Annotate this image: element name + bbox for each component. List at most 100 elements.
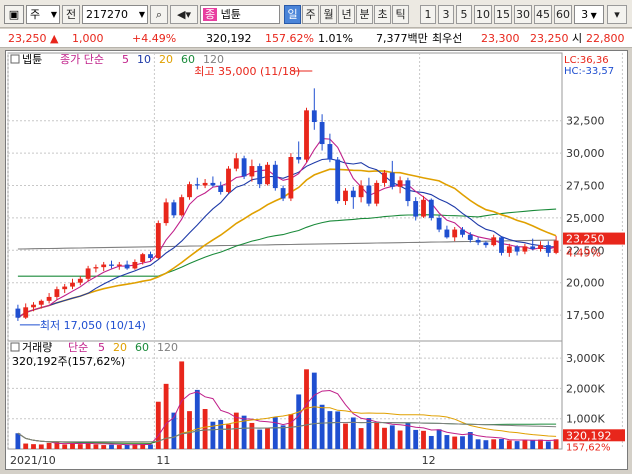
volume-bar (545, 441, 551, 449)
y-tick-label: 27,500 (566, 180, 605, 193)
interval-3-button[interactable]: 3 (438, 5, 454, 24)
chevron-down-icon: ▼ (588, 11, 597, 20)
candle-body (304, 110, 309, 160)
volume-bar (171, 412, 177, 449)
price-change: 1,000 (72, 32, 104, 45)
count-select[interactable]: 3 ▼ (574, 5, 604, 24)
volume-bar (413, 429, 419, 449)
stock-name-field: 종 넵튠 (200, 5, 280, 24)
interval-30-button[interactable]: 30 (514, 5, 532, 24)
candle-body (23, 307, 29, 318)
y-tick-label: 17,500 (566, 309, 605, 322)
interval-10-button[interactable]: 10 (474, 5, 492, 24)
candle-body (452, 229, 458, 238)
current-price: 23,250 ▲ (8, 32, 59, 45)
settings-icon[interactable]: ▾ (607, 5, 627, 24)
candle-body (538, 245, 543, 249)
interval-5-button[interactable]: 5 (456, 5, 472, 24)
candle-body (226, 168, 231, 192)
volume-tag: 320,192 (566, 429, 612, 442)
volume-bar (421, 430, 426, 449)
candle-body (257, 166, 263, 185)
volume-bar (499, 439, 504, 449)
volume-bar (288, 414, 294, 449)
interval-45-button[interactable]: 45 (534, 5, 552, 24)
volume-bar (116, 445, 122, 449)
candle-body (132, 261, 138, 269)
volume-bar (405, 422, 411, 449)
period-0-button[interactable]: 일 (284, 5, 301, 24)
open-price: 22,800 (586, 32, 625, 45)
chevron-down-icon: ▼ (138, 10, 145, 19)
candle-body (366, 185, 372, 204)
y-tick-label: 30,000 (566, 147, 605, 160)
price-tag: 23,250 (566, 233, 605, 246)
candle-body (202, 182, 208, 186)
volume-bar (428, 435, 434, 449)
period-4-button[interactable]: 분 (356, 5, 373, 24)
volume-bar (374, 422, 380, 449)
candle-body (85, 268, 91, 279)
candle-body (210, 182, 216, 186)
volume-bar (257, 429, 263, 449)
speaker-icon[interactable]: ◀▾ (170, 5, 198, 24)
volume-bar (265, 427, 270, 449)
candle-body (335, 159, 341, 202)
y-tick-label: 20,000 (566, 277, 605, 290)
volume-ratio: 157.62% (265, 32, 314, 45)
trade-amount: 7,377백만 (376, 32, 428, 45)
candle-body (467, 234, 473, 240)
code-input[interactable]: 217270 ▼ (82, 5, 148, 24)
volume-bar (335, 411, 341, 449)
candle-body (155, 223, 161, 259)
volume-bar (38, 444, 44, 449)
ask-price: 23,300 (481, 32, 520, 45)
volume-bar (389, 425, 395, 449)
candle-body (514, 246, 520, 252)
volume-bar (109, 444, 114, 449)
candle-body (296, 157, 302, 160)
stock-chart-svg: 17,50020,00022,50025,00027,50030,00032,5… (7, 52, 632, 467)
volume-bar (187, 411, 192, 449)
candle-body (140, 254, 146, 262)
candle-body (179, 197, 185, 216)
price-legend-ma-60: 60 (181, 53, 195, 66)
market-select[interactable]: 주 ▼ (26, 5, 60, 24)
period-6-button[interactable]: 틱 (392, 5, 409, 24)
hc-label: HC:-33,57 (564, 66, 614, 77)
volume-summary: 320,192주(157,62%) (12, 355, 125, 368)
volume-bar (319, 404, 325, 449)
chart-area[interactable]: 17,500 20,000 22,500 25,000 27,500 30,000 32,5… (5, 50, 632, 470)
window-icon[interactable]: ▣ (4, 5, 24, 24)
period-3-button[interactable]: 년 (338, 5, 355, 24)
period-2-button[interactable]: 월 (320, 5, 337, 24)
candle-body (506, 246, 512, 253)
lc-label: LC:36,36 (564, 55, 609, 66)
period-5-button[interactable]: 초 (374, 5, 391, 24)
price-legend-ma-20: 20 (159, 53, 173, 66)
period-1-button[interactable]: 주 (302, 5, 319, 24)
code-value: 217270 (86, 8, 128, 21)
chevron-down-icon: ▼ (50, 10, 57, 19)
volume-bar (436, 429, 442, 449)
candle-body (70, 282, 75, 287)
all-button[interactable]: 전 (62, 5, 80, 24)
x-tick-label: 11 (156, 454, 170, 467)
interval-15-button[interactable]: 15 (494, 5, 512, 24)
quote-bar: 23,250 ▲ 1,000 +4.49% 320,192 157.62% 1.… (0, 29, 632, 48)
volume-bar (483, 440, 489, 449)
interval-60-button[interactable]: 60 (554, 5, 572, 24)
candle-body (405, 180, 411, 202)
volume-bar (553, 439, 559, 449)
candle-body (148, 254, 153, 259)
candle-body (62, 286, 68, 290)
volume-tick-label: 1,000K (566, 413, 605, 426)
candle-body (163, 202, 169, 224)
candle-body (171, 202, 177, 216)
candle-body (109, 264, 114, 266)
interval-1-button[interactable]: 1 (420, 5, 436, 24)
search-icon[interactable]: ⌕ (150, 5, 168, 24)
candle-body (460, 229, 465, 235)
candle-body (397, 180, 403, 187)
volume-value: 320,192 (206, 32, 252, 45)
